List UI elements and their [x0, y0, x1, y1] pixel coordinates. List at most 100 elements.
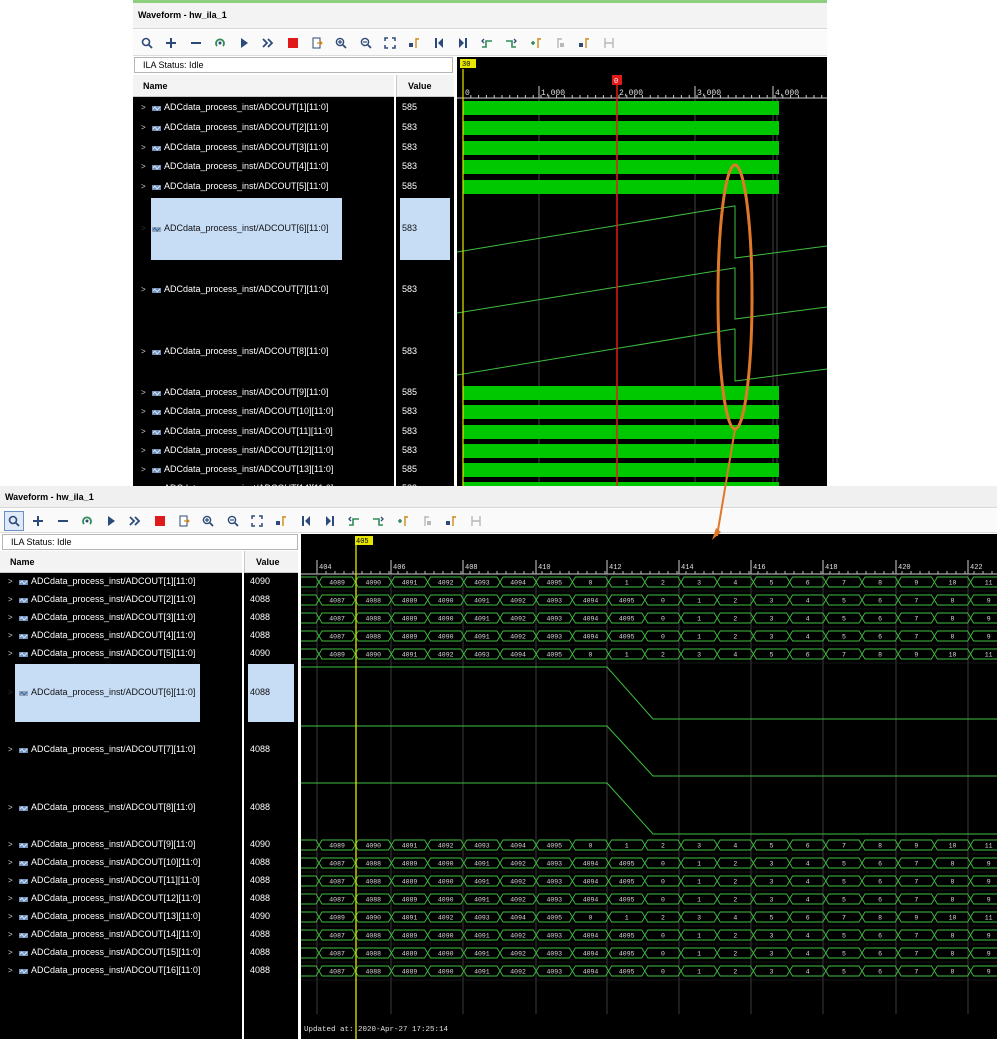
- expand-chevron-icon[interactable]: >: [8, 613, 13, 622]
- signal-row[interactable]: > ADCdata_process_inst/ADCOUT[3][11:0]: [133, 140, 394, 156]
- signal-row[interactable]: > ADCdata_process_inst/ADCOUT[7][11:0]: [0, 742, 242, 758]
- waveform-area[interactable]: 404 406 408 410 412 414 416 418 420 422 405 4089 409…: [301, 534, 997, 1039]
- expand-chevron-icon[interactable]: >: [8, 894, 13, 903]
- prev-marker-button[interactable]: [417, 511, 437, 531]
- goto-start-button[interactable]: [429, 33, 449, 53]
- expand-chevron-icon[interactable]: >: [8, 876, 13, 885]
- value-column-header[interactable]: Value: [396, 75, 454, 97]
- goto-end-button[interactable]: [320, 511, 340, 531]
- zoom-out-button[interactable]: [356, 33, 376, 53]
- add-marker-button[interactable]: [393, 511, 413, 531]
- stop-button[interactable]: [150, 511, 170, 531]
- expand-chevron-icon[interactable]: >: [141, 347, 146, 356]
- signal-row[interactable]: > ADCdata_process_inst/ADCOUT[8][11:0]: [0, 800, 242, 816]
- expand-chevron-icon[interactable]: >: [8, 631, 13, 640]
- expand-chevron-icon[interactable]: >: [141, 285, 146, 294]
- signal-row[interactable]: > ADCdata_process_inst/ADCOUT[4][11:0]: [0, 628, 242, 644]
- expand-chevron-icon[interactable]: >: [141, 427, 146, 436]
- expand-chevron-icon[interactable]: >: [8, 745, 13, 754]
- refresh-trigger-button[interactable]: [210, 33, 230, 53]
- expand-chevron-icon[interactable]: >: [8, 930, 13, 939]
- search-button[interactable]: [4, 510, 24, 531]
- signal-row[interactable]: > ADCdata_process_inst/ADCOUT[2][11:0]: [0, 592, 242, 608]
- signal-row[interactable]: > ADCdata_process_inst/ADCOUT[5][11:0]: [0, 646, 242, 662]
- signal-row[interactable]: > ADCdata_process_inst/ADCOUT[11][11:0]: [0, 873, 242, 889]
- run-button[interactable]: [101, 511, 121, 531]
- zoom-in-button[interactable]: [331, 33, 351, 53]
- expand-chevron-icon[interactable]: >: [141, 162, 146, 171]
- signal-row[interactable]: > ADCdata_process_inst/ADCOUT[5][11:0]: [133, 179, 394, 195]
- signal-row[interactable]: > ADCdata_process_inst/ADCOUT[4][11:0]: [133, 159, 394, 175]
- signal-row[interactable]: > ADCdata_process_inst/ADCOUT[14][11:0]: [0, 927, 242, 943]
- signal-row[interactable]: > ADCdata_process_inst/ADCOUT[13][11:0]: [133, 462, 394, 478]
- zoom-out-minus-button[interactable]: [186, 33, 206, 53]
- add-marker-button[interactable]: [526, 33, 546, 53]
- signal-row[interactable]: > ADCdata_process_inst/ADCOUT[9][11:0]: [133, 385, 394, 401]
- expand-chevron-icon[interactable]: >: [141, 446, 146, 455]
- swap-cursors-button[interactable]: [599, 33, 619, 53]
- run-button[interactable]: [234, 33, 254, 53]
- name-column-header[interactable]: Name: [0, 551, 242, 573]
- signal-row[interactable]: > ADCdata_process_inst/ADCOUT[10][11:0]: [0, 855, 242, 871]
- signal-row[interactable]: > ADCdata_process_inst/ADCOUT[10][11:0]: [133, 404, 394, 420]
- expand-chevron-icon[interactable]: >: [141, 103, 146, 112]
- export-button[interactable]: [174, 511, 194, 531]
- goto-end-button[interactable]: [453, 33, 473, 53]
- signal-row[interactable]: > ADCdata_process_inst/ADCOUT[1][11:0]: [133, 100, 394, 116]
- next-transition-button[interactable]: [501, 33, 521, 53]
- signal-row[interactable]: > ADCdata_process_inst/ADCOUT[1][11:0]: [0, 574, 242, 590]
- zoom-fit-button[interactable]: [380, 33, 400, 53]
- goto-start-button[interactable]: [296, 511, 316, 531]
- waveform-canvas[interactable]: 404 406 408 410 412 414 416 418 420 4224054089 409…: [301, 534, 997, 1039]
- waveform-canvas[interactable]: 0 1,000 2,000 3,000 4,000 30 0: [456, 57, 827, 488]
- zoom-in-plus-button[interactable]: [28, 511, 48, 531]
- run-immediate-button[interactable]: [258, 33, 278, 53]
- signal-row[interactable]: > ADCdata_process_inst/ADCOUT[13][11:0]: [0, 909, 242, 925]
- signal-row[interactable]: > ADCdata_process_inst/ADCOUT[7][11:0]: [133, 282, 394, 298]
- expand-chevron-icon[interactable]: >: [8, 840, 13, 849]
- goto-cursor-button[interactable]: [404, 33, 424, 53]
- prev-transition-button[interactable]: [344, 511, 364, 531]
- zoom-out-minus-button[interactable]: [53, 511, 73, 531]
- zoom-out-button[interactable]: [223, 511, 243, 531]
- value-column-header[interactable]: Value: [244, 551, 298, 573]
- prev-transition-button[interactable]: [477, 33, 497, 53]
- zoom-in-button[interactable]: [198, 511, 218, 531]
- expand-chevron-icon[interactable]: >: [8, 803, 13, 812]
- signal-row[interactable]: > ADCdata_process_inst/ADCOUT[15][11:0]: [0, 945, 242, 961]
- expand-chevron-icon[interactable]: >: [141, 388, 146, 397]
- expand-chevron-icon[interactable]: >: [8, 649, 13, 658]
- expand-chevron-icon[interactable]: >: [8, 577, 13, 586]
- next-marker-button[interactable]: [441, 511, 461, 531]
- expand-chevron-icon[interactable]: >: [8, 966, 13, 975]
- search-button[interactable]: [137, 33, 157, 53]
- expand-chevron-icon[interactable]: >: [141, 143, 146, 152]
- zoom-fit-button[interactable]: [247, 511, 267, 531]
- name-column-header[interactable]: Name: [133, 75, 394, 97]
- run-immediate-button[interactable]: [125, 511, 145, 531]
- expand-chevron-icon[interactable]: >: [8, 688, 13, 697]
- waveform-area[interactable]: 0 1,000 2,000 3,000 4,000 30 0: [456, 57, 827, 488]
- expand-chevron-icon[interactable]: >: [141, 224, 146, 233]
- signal-row[interactable]: > ADCdata_process_inst/ADCOUT[16][11:0]: [0, 963, 242, 979]
- expand-chevron-icon[interactable]: >: [141, 123, 146, 132]
- signal-row[interactable]: > ADCdata_process_inst/ADCOUT[11][11:0]: [133, 424, 394, 440]
- expand-chevron-icon[interactable]: >: [141, 407, 146, 416]
- next-marker-button[interactable]: [574, 33, 594, 53]
- signal-row[interactable]: > ADCdata_process_inst/ADCOUT[12][11:0]: [0, 891, 242, 907]
- stop-button[interactable]: [283, 33, 303, 53]
- expand-chevron-icon[interactable]: >: [141, 182, 146, 191]
- expand-chevron-icon[interactable]: >: [8, 595, 13, 604]
- signal-row[interactable]: > ADCdata_process_inst/ADCOUT[6][11:0]: [141, 198, 342, 260]
- next-transition-button[interactable]: [368, 511, 388, 531]
- signal-row[interactable]: > ADCdata_process_inst/ADCOUT[6][11:0]: [8, 664, 200, 722]
- expand-chevron-icon[interactable]: >: [8, 948, 13, 957]
- export-button[interactable]: [307, 33, 327, 53]
- refresh-trigger-button[interactable]: [77, 511, 97, 531]
- signal-row[interactable]: > ADCdata_process_inst/ADCOUT[3][11:0]: [0, 610, 242, 626]
- goto-cursor-button[interactable]: [271, 511, 291, 531]
- zoom-in-plus-button[interactable]: [161, 33, 181, 53]
- prev-marker-button[interactable]: [550, 33, 570, 53]
- expand-chevron-icon[interactable]: >: [8, 858, 13, 867]
- signal-row[interactable]: > ADCdata_process_inst/ADCOUT[2][11:0]: [133, 120, 394, 136]
